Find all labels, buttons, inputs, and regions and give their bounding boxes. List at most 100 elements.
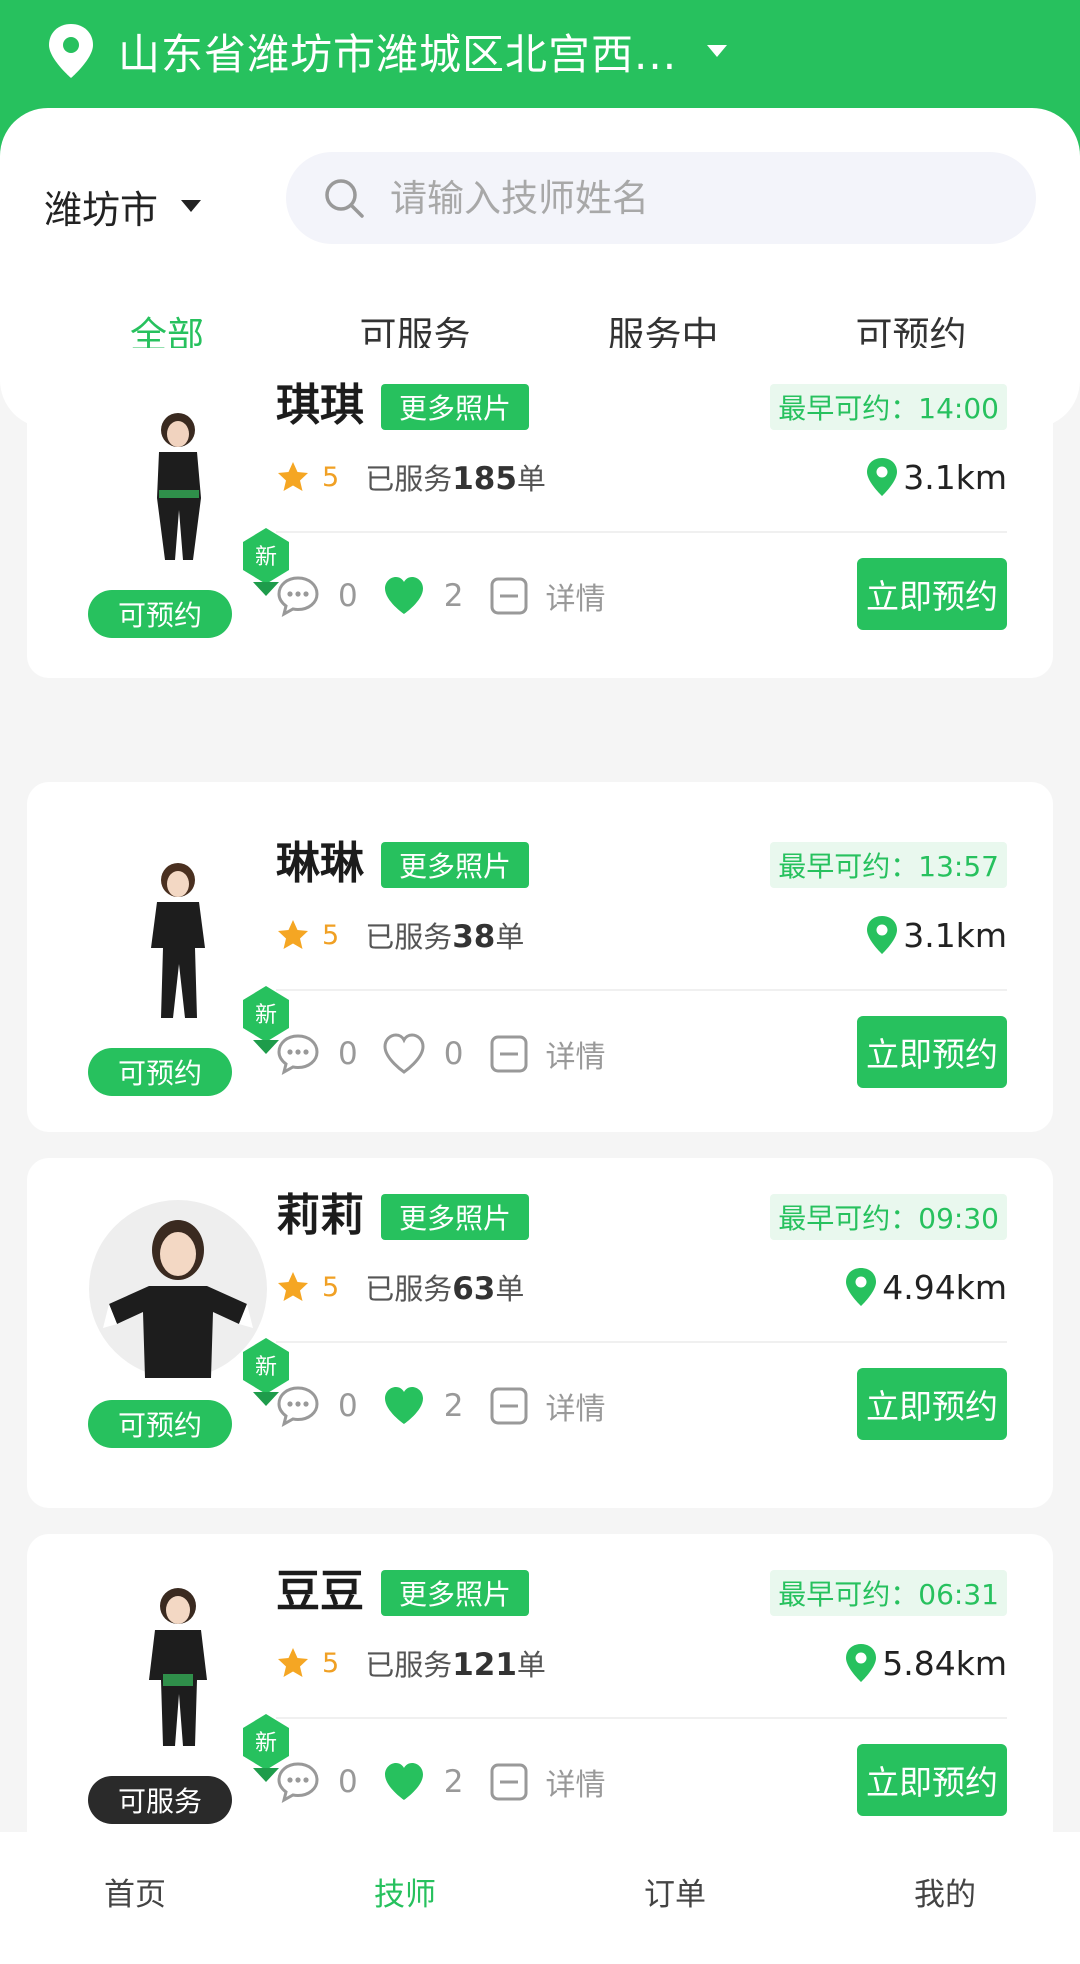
divider — [276, 1341, 1007, 1343]
availability-badge: 可预约 — [88, 1400, 232, 1448]
rating-value: 5 — [322, 919, 340, 951]
rating-row: 5 已服务63单 — [276, 1264, 524, 1310]
search-icon — [325, 179, 364, 218]
availability-badge: 可预约 — [88, 590, 232, 638]
earliest-time-badge: 最早可约：14:00 — [770, 384, 1007, 430]
star-icon — [278, 462, 308, 491]
comment-icon[interactable] — [276, 574, 320, 618]
location-pin-icon — [846, 1644, 877, 1682]
card-actions: 0 0 详情 — [276, 1026, 605, 1082]
technician-avatar[interactable]: 新 — [89, 390, 289, 596]
technician-card[interactable]: 新 可服务 豆豆 更多照片 最早可约：06:31 5 已服务121单 5.84k… — [27, 1534, 1053, 1854]
details-icon[interactable] — [487, 1760, 531, 1804]
comment-count: 0 — [338, 578, 358, 614]
location-selector[interactable]: 山东省潍坊市潍城区北宫西... — [46, 22, 729, 80]
star-icon — [278, 920, 308, 949]
location-pin-icon — [49, 24, 93, 78]
details-link[interactable]: 详情 — [545, 1760, 605, 1804]
heart-filled-icon[interactable] — [382, 1760, 426, 1804]
served-count: 已服务185单 — [365, 461, 546, 497]
like-count: 2 — [443, 1388, 464, 1424]
comment-icon[interactable] — [276, 1032, 320, 1076]
details-link[interactable]: 详情 — [545, 574, 605, 618]
technician-name: 琳琳 — [276, 838, 364, 889]
rating-value: 5 — [322, 1271, 340, 1303]
book-now-button[interactable]: 立即预约 — [857, 1016, 1007, 1088]
availability-badge: 可服务 — [88, 1776, 232, 1824]
rating-value: 5 — [322, 1647, 340, 1679]
served-count: 已服务38单 — [365, 919, 525, 955]
city-label: 潍坊市 — [44, 187, 159, 232]
nav-orders[interactable]: 订单 — [540, 1832, 810, 1964]
location-pin-icon — [846, 1268, 877, 1306]
card-actions: 0 2 详情 — [276, 1378, 605, 1434]
distance: 4.94km — [844, 1262, 1007, 1312]
distance: 5.84km — [844, 1638, 1007, 1688]
city-dropdown[interactable]: 潍坊市 — [44, 166, 202, 246]
svg-text:新: 新 — [255, 545, 277, 570]
nav-profile[interactable]: 我的 — [810, 1832, 1080, 1964]
technician-card[interactable]: 新 可预约 莉莉 更多照片 最早可约：09:30 5 已服务63单 4.94km… — [27, 1158, 1053, 1508]
heart-filled-icon[interactable] — [382, 574, 426, 618]
more-photos-button[interactable]: 更多照片 — [381, 1570, 529, 1616]
comment-count: 0 — [338, 1036, 358, 1072]
card-actions: 0 2 详情 — [276, 568, 605, 624]
technician-card[interactable]: 新 可预约 琪琪 更多照片 最早可约：14:00 5 已服务185单 3.1km… — [27, 348, 1053, 678]
more-photos-button[interactable]: 更多照片 — [381, 384, 529, 430]
search-bar[interactable] — [286, 152, 1036, 244]
heart-filled-icon[interactable] — [382, 1384, 426, 1428]
rating-row: 5 已服务121单 — [276, 1640, 546, 1686]
details-icon[interactable] — [487, 574, 531, 618]
earliest-time-badge: 最早可约：09:30 — [770, 1194, 1007, 1240]
divider — [276, 989, 1007, 991]
svg-text:新: 新 — [255, 1731, 277, 1756]
like-count: 0 — [443, 1036, 464, 1072]
book-now-button[interactable]: 立即预约 — [857, 558, 1007, 630]
details-icon[interactable] — [487, 1384, 531, 1428]
divider — [276, 1717, 1007, 1719]
nav-technicians[interactable]: 技师 — [270, 1832, 540, 1964]
chevron-down-icon — [707, 45, 728, 57]
like-count: 2 — [443, 1764, 464, 1800]
more-photos-button[interactable]: 更多照片 — [381, 842, 529, 888]
star-icon — [278, 1648, 308, 1677]
more-photos-button[interactable]: 更多照片 — [381, 1194, 529, 1240]
technician-avatar[interactable]: 新 — [89, 1200, 289, 1406]
rating-row: 5 已服务185单 — [276, 454, 546, 500]
comment-count: 0 — [338, 1764, 358, 1800]
svg-text:新: 新 — [255, 1003, 277, 1028]
current-address: 山东省潍坊市潍城区北宫西... — [118, 29, 678, 79]
served-count: 已服务121单 — [365, 1647, 546, 1683]
book-now-button[interactable]: 立即预约 — [857, 1368, 1007, 1440]
book-now-button[interactable]: 立即预约 — [857, 1744, 1007, 1816]
earliest-time-badge: 最早可约：13:57 — [770, 842, 1007, 888]
details-link[interactable]: 详情 — [545, 1032, 605, 1076]
details-icon[interactable] — [487, 1032, 531, 1076]
technician-card[interactable]: 新 可预约 琳琳 更多照片 最早可约：13:57 5 已服务38单 3.1km … — [27, 782, 1053, 1132]
divider — [276, 531, 1007, 533]
star-icon — [278, 1272, 308, 1301]
served-count: 已服务63单 — [365, 1271, 525, 1307]
location-pin-icon — [867, 916, 898, 954]
technician-avatar[interactable]: 新 — [89, 848, 289, 1054]
nav-home[interactable]: 首页 — [0, 1832, 270, 1964]
availability-badge: 可预约 — [88, 1048, 232, 1096]
distance: 3.1km — [865, 452, 1007, 502]
location-pin-icon — [867, 458, 898, 496]
search-input[interactable] — [390, 176, 990, 220]
earliest-time-badge: 最早可约：06:31 — [770, 1570, 1007, 1616]
comment-icon[interactable] — [276, 1760, 320, 1804]
technician-name: 琪琪 — [276, 380, 364, 431]
card-actions: 0 2 详情 — [276, 1754, 605, 1810]
svg-text:新: 新 — [255, 1355, 277, 1380]
comment-count: 0 — [338, 1388, 358, 1424]
technician-avatar[interactable]: 新 — [89, 1576, 289, 1782]
rating-value: 5 — [322, 461, 340, 493]
bottom-navigation: 首页 技师 订单 我的 — [0, 1832, 1080, 1964]
technician-name: 豆豆 — [276, 1566, 364, 1617]
comment-icon[interactable] — [276, 1384, 320, 1428]
chevron-down-icon — [181, 200, 202, 212]
details-link[interactable]: 详情 — [545, 1384, 605, 1428]
heart-outline-icon[interactable] — [382, 1032, 426, 1076]
technician-name: 莉莉 — [276, 1190, 364, 1241]
